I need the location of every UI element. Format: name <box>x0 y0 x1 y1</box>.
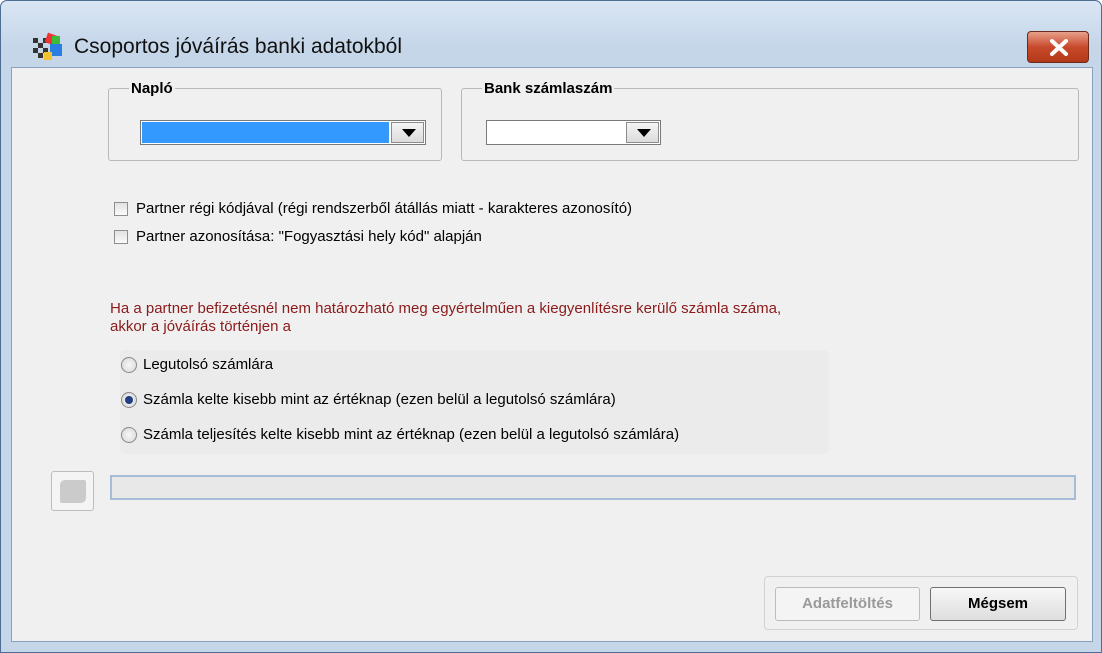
bank-group: Bank számlaszám <box>461 80 1079 161</box>
warning-text-line1: Ha a partner befizetésnél nem határozhat… <box>110 300 782 317</box>
radio-szamla-kelte[interactable] <box>121 392 137 408</box>
adatfeltoltes-button[interactable]: Adatfeltöltés <box>775 587 920 621</box>
radio-szamla-kelte-label[interactable]: Számla kelte kisebb mint az értéknap (ez… <box>143 391 616 409</box>
button-panel: Adatfeltöltés Mégsem <box>764 576 1078 630</box>
partner-regi-kod-label[interactable]: Partner régi kódjával (régi rendszerből … <box>136 200 632 218</box>
partner-fogyasztasi-label[interactable]: Partner azonosítása: "Fogyasztási hely k… <box>136 228 482 246</box>
bank-legend: Bank számlaszám <box>484 80 613 97</box>
dialog-window: Csoportos jóváírás banki adatokból Napló… <box>0 0 1102 653</box>
close-button[interactable] <box>1027 31 1089 63</box>
progress-bar <box>110 475 1076 500</box>
jovairas-radio-group: Legutolsó számlára Számla kelte kisebb m… <box>120 350 829 454</box>
bank-account-select[interactable] <box>486 120 661 145</box>
radio-teljesites-kelte[interactable] <box>121 427 137 443</box>
naplo-dropdown-button[interactable] <box>391 122 424 143</box>
document-icon <box>60 480 86 503</box>
radio-legutolso-szamla-label[interactable]: Legutolsó számlára <box>143 356 273 374</box>
partner-regi-kod-checkbox[interactable] <box>114 202 128 216</box>
naplo-selected-value <box>142 122 389 143</box>
bank-selected-value <box>488 122 624 143</box>
radio-teljesites-kelte-label[interactable]: Számla teljesítés kelte kisebb mint az é… <box>143 426 679 444</box>
cancel-button[interactable]: Mégsem <box>930 587 1066 621</box>
naplo-group: Napló <box>108 80 442 161</box>
close-icon <box>1050 39 1068 56</box>
warning-text-line2: akkor a jóváírás történjen a <box>110 318 291 335</box>
radio-legutolso-szamla[interactable] <box>121 357 137 373</box>
naplo-select[interactable] <box>140 120 426 145</box>
dialog-body: Napló Bank számlaszám Partner régi kódjá… <box>11 67 1093 642</box>
partner-fogyasztasi-checkbox[interactable] <box>114 230 128 244</box>
app-icon <box>33 32 62 60</box>
naplo-legend: Napló <box>131 80 173 97</box>
window-title: Csoportos jóváírás banki adatokból <box>74 35 403 58</box>
document-button[interactable] <box>51 471 94 511</box>
bank-dropdown-button[interactable] <box>626 122 659 143</box>
